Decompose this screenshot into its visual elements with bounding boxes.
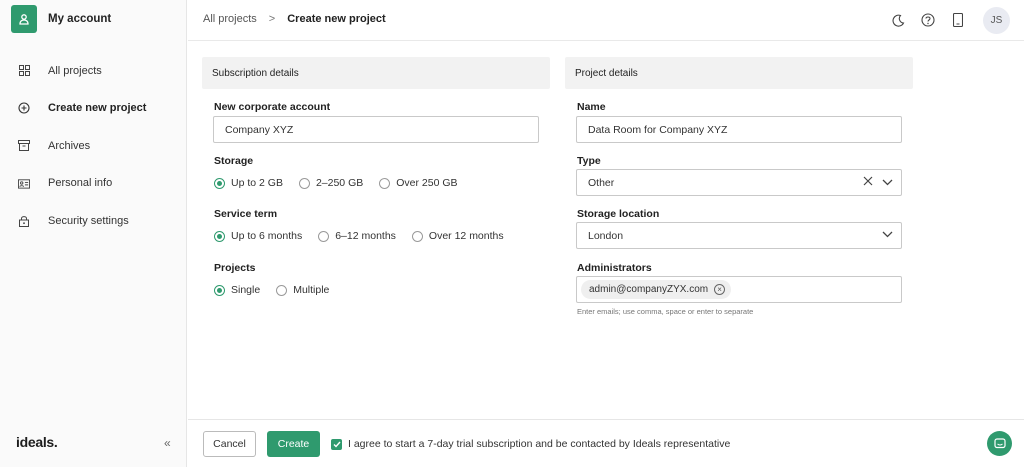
administrators-input[interactable]: admin@companyZYX.com × <box>576 276 902 303</box>
admin-email: admin@companyZYX.com <box>589 284 709 295</box>
sidebar-item-archives[interactable]: Archives <box>0 127 187 165</box>
storage-location-select-icons <box>882 229 893 241</box>
page-title: Create new project <box>287 13 386 25</box>
name-value: Data Room for Company XYZ <box>588 123 728 136</box>
storage-option-over-250gb[interactable]: Over 250 GB <box>379 177 458 189</box>
service-term-option-6-12-months[interactable]: 6–12 months <box>318 230 396 242</box>
project-details-heading: Project details <box>565 57 913 89</box>
type-select-icons <box>863 176 893 189</box>
name-input[interactable]: Data Room for Company XYZ <box>576 116 902 143</box>
plus-circle-icon <box>18 102 30 114</box>
create-button[interactable]: Create <box>267 431 320 457</box>
breadcrumb-separator: > <box>268 13 276 25</box>
type-label: Type <box>577 155 601 167</box>
clear-icon[interactable] <box>863 176 873 189</box>
chevron-down-icon[interactable] <box>882 229 893 241</box>
header-actions: JS <box>877 6 1010 34</box>
service-term-option-over-12-months[interactable]: Over 12 months <box>411 230 504 242</box>
moon-icon[interactable] <box>889 6 907 34</box>
sidebar-item-label: Security settings <box>48 214 129 227</box>
agree-label: I agree to start a 7-day trial subscript… <box>348 438 731 450</box>
sidebar-item-security-settings[interactable]: Security settings <box>0 202 187 240</box>
lock-icon <box>18 215 30 227</box>
subscription-details-heading: Subscription details <box>202 57 550 89</box>
storage-label: Storage <box>214 155 254 167</box>
sidebar-item-label: Archives <box>48 139 91 152</box>
sidebar-item-personal-info[interactable]: Personal info <box>0 165 187 203</box>
corporate-account-input[interactable]: Company XYZ <box>213 116 539 143</box>
corporate-account-label: New corporate account <box>214 101 331 113</box>
projects-label: Projects <box>214 262 256 274</box>
avatar[interactable]: JS <box>983 6 1010 34</box>
sidebar-item-label: All projects <box>48 64 102 77</box>
tablet-icon[interactable] <box>949 6 967 34</box>
admin-email-chip: admin@companyZYX.com × <box>581 280 732 299</box>
projects-radio-group: Single Multiple <box>214 284 345 296</box>
user-icon <box>11 5 37 33</box>
account-label: My account <box>48 13 112 25</box>
service-term-radio-group: Up to 6 months 6–12 months Over 12 month… <box>214 230 520 242</box>
service-term-label: Service term <box>214 208 278 220</box>
storage-option-2-250gb[interactable]: 2–250 GB <box>298 177 363 189</box>
type-select[interactable]: Other <box>576 169 902 196</box>
my-account[interactable]: My account <box>11 5 111 33</box>
ideals-logo: ideals. <box>16 434 58 450</box>
chat-icon[interactable] <box>987 431 1012 456</box>
administrators-hint: Enter emails; use comma, space or enter … <box>577 307 754 316</box>
sidebar-item-create-new-project[interactable]: Create new project <box>0 90 187 128</box>
storage-location-label: Storage location <box>577 208 660 220</box>
projects-option-single[interactable]: Single <box>214 284 260 296</box>
sidebar-item-label: Create new project <box>48 102 147 115</box>
storage-option-up-to-2gb[interactable]: Up to 2 GB <box>214 177 283 189</box>
storage-location-select[interactable]: London <box>576 222 902 249</box>
collapse-sidebar-button[interactable]: « <box>164 436 171 450</box>
sidebar-nav: All projects Create new project Archives… <box>0 52 187 240</box>
storage-radio-group: Up to 2 GB 2–250 GB Over 250 GB <box>214 177 474 189</box>
administrators-label: Administrators <box>577 262 652 274</box>
corporate-account-value: Company XYZ <box>225 123 294 136</box>
agree-checkbox-row: I agree to start a 7-day trial subscript… <box>331 438 730 450</box>
projects-option-multiple[interactable]: Multiple <box>276 284 329 296</box>
breadcrumb: All projects > Create new project <box>203 13 386 25</box>
service-term-option-up-to-6-months[interactable]: Up to 6 months <box>214 230 302 242</box>
remove-chip-icon[interactable]: × <box>714 284 726 295</box>
agree-checkbox[interactable] <box>331 438 342 450</box>
type-value: Other <box>588 176 615 189</box>
sidebar: My account All projects Create new proje… <box>0 0 187 467</box>
sidebar-item-label: Personal info <box>48 177 113 190</box>
footer: Cancel Create I agree to start a 7-day t… <box>188 419 1024 467</box>
breadcrumb-all-projects[interactable]: All projects <box>203 13 257 25</box>
archive-icon <box>18 140 30 152</box>
top-bar: All projects > Create new project JS <box>188 0 1024 41</box>
name-label: Name <box>577 101 606 113</box>
sidebar-item-all-projects[interactable]: All projects <box>0 52 187 90</box>
id-card-icon <box>18 177 30 189</box>
help-icon[interactable] <box>919 6 937 34</box>
storage-location-value: London <box>588 229 624 242</box>
chevron-down-icon[interactable] <box>882 177 893 189</box>
grid-icon <box>18 65 30 77</box>
cancel-button[interactable]: Cancel <box>203 431 256 457</box>
